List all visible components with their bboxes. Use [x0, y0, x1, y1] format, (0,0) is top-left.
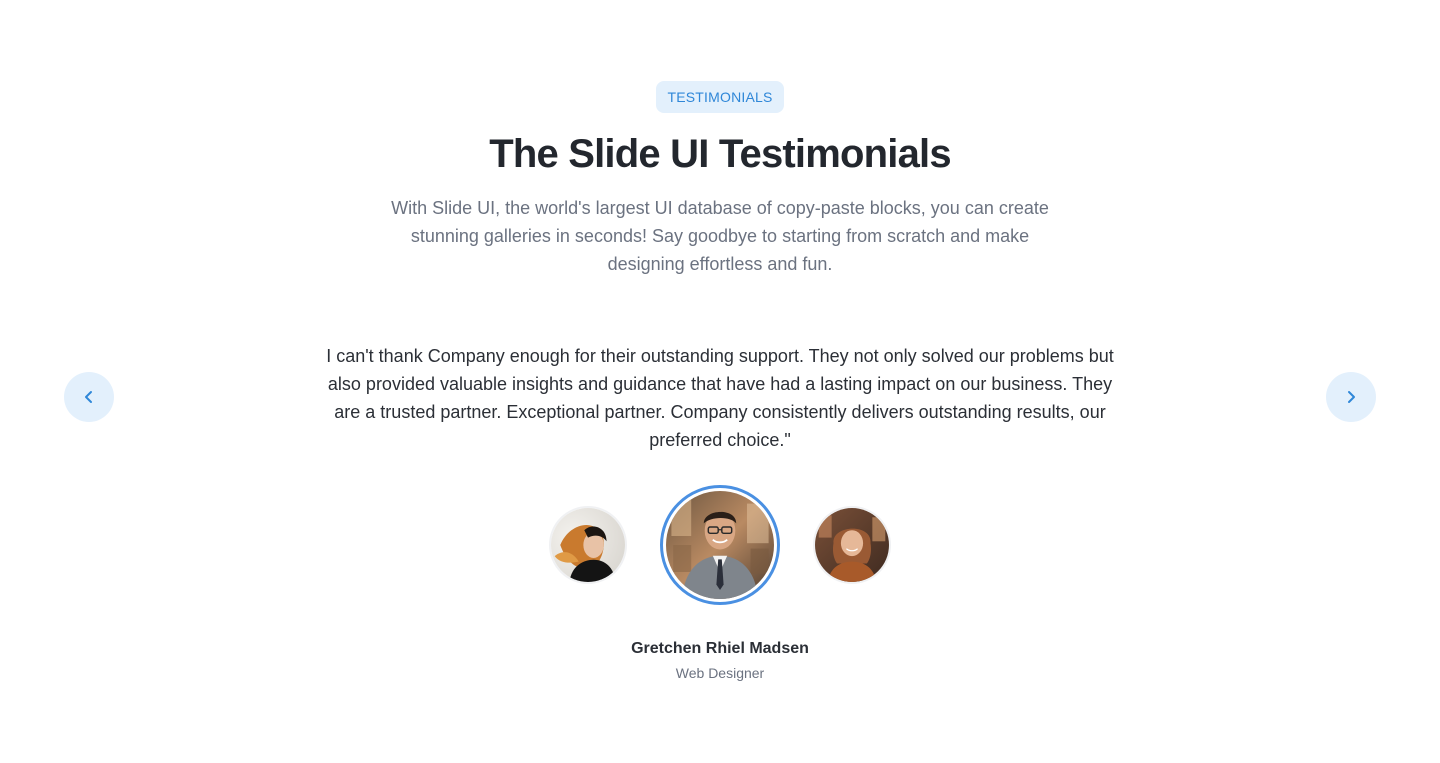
chevron-right-icon	[1343, 389, 1359, 405]
avatar-active-person[interactable]	[660, 485, 780, 605]
avatar-photo-woman-curly-hair	[815, 508, 889, 582]
testimonial-author-role: Web Designer	[675, 665, 765, 681]
avatar-photo-man-suit	[666, 491, 774, 599]
chevron-left-icon	[81, 389, 97, 405]
section-subtitle: With Slide UI, the world's largest UI da…	[391, 198, 1049, 274]
section-title: The Slide UI Testimonials	[489, 132, 951, 176]
avatar-previous-person[interactable]	[549, 506, 627, 584]
avatar-photo-woman-dark-hair	[551, 508, 625, 582]
avatar-next-person[interactable]	[813, 506, 891, 584]
testimonial-quote: I can't thank Company enough for their o…	[326, 346, 1114, 450]
testimonial-author-name: Gretchen Rhiel Madsen	[631, 640, 809, 657]
next-testimonial-button[interactable]	[1326, 372, 1376, 422]
testimonials-section: TESTIMONIALS The Slide UI Testimonials W…	[0, 0, 1440, 763]
previous-testimonial-button[interactable]	[64, 372, 114, 422]
section-badge: TESTIMONIALS	[656, 81, 784, 113]
